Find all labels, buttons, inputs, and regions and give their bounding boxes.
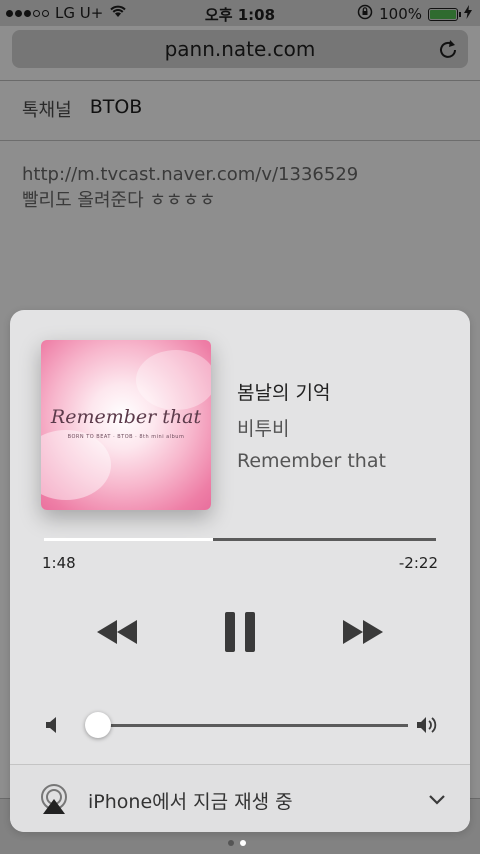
album-art-subtitle: BORN TO BEAT · BTOB · 8th mini album <box>67 434 185 440</box>
airplay-bar[interactable]: iPhone에서 지금 재생 중 <box>10 764 470 832</box>
track-info: 봄날의 기억 비투비 Remember that <box>237 378 386 472</box>
playback-scrubber[interactable] <box>44 538 436 541</box>
volume-slider[interactable] <box>88 724 408 727</box>
battery-icon <box>428 7 461 21</box>
fast-forward-button[interactable] <box>340 610 386 654</box>
post-link[interactable]: http://m.tvcast.naver.com/v/1336529 <box>22 162 358 188</box>
post-body: http://m.tvcast.naver.com/v/1336529 빨리도 … <box>22 162 358 214</box>
status-bar: LG U+ 오후 1:08 100% <box>0 0 480 26</box>
orientation-lock-icon <box>357 4 373 24</box>
post-comment: 빨리도 올려준다 ㅎㅎㅎㅎ <box>22 190 216 211</box>
airplay-label: iPhone에서 지금 재생 중 <box>88 791 293 813</box>
page-indicator <box>228 840 246 846</box>
nav-divider <box>0 80 480 81</box>
playback-progress-fill <box>44 538 213 541</box>
url-text: pann.nate.com <box>164 37 316 61</box>
now-playing-card: Remember that BORN TO BEAT · BTOB · 8th … <box>10 310 470 832</box>
playback-controls <box>10 610 470 654</box>
track-title: 봄날의 기억 <box>237 382 331 404</box>
pause-icon <box>225 612 255 652</box>
chevron-down-icon[interactable] <box>428 791 446 810</box>
volume-high-icon <box>416 715 440 739</box>
airplay-icon <box>38 783 70 819</box>
reload-icon[interactable] <box>438 30 458 72</box>
remaining-time: -2:22 <box>398 554 438 572</box>
rewind-button[interactable] <box>94 610 140 654</box>
meta-label: 톡채널 <box>22 100 72 121</box>
address-bar[interactable]: pann.nate.com <box>12 30 468 68</box>
album-art-title: Remember that <box>50 406 202 428</box>
charging-icon <box>464 5 472 23</box>
meta-value[interactable]: BTOB <box>90 96 143 122</box>
elapsed-time: 1:48 <box>42 554 76 572</box>
track-artist: 비투비 <box>237 418 290 440</box>
rewind-icon <box>97 620 137 644</box>
fast-forward-icon <box>343 620 383 644</box>
post-meta: 톡채널 BTOB <box>22 96 142 122</box>
battery-percent: 100% <box>379 5 422 23</box>
track-album: Remember that <box>237 450 386 472</box>
volume-knob[interactable] <box>84 712 111 738</box>
volume-low-icon <box>44 715 60 739</box>
volume-control <box>44 710 440 740</box>
status-right: 100% <box>357 4 472 24</box>
content-divider <box>0 140 480 141</box>
album-artwork: Remember that BORN TO BEAT · BTOB · 8th … <box>41 340 211 510</box>
pause-button[interactable] <box>221 610 259 654</box>
